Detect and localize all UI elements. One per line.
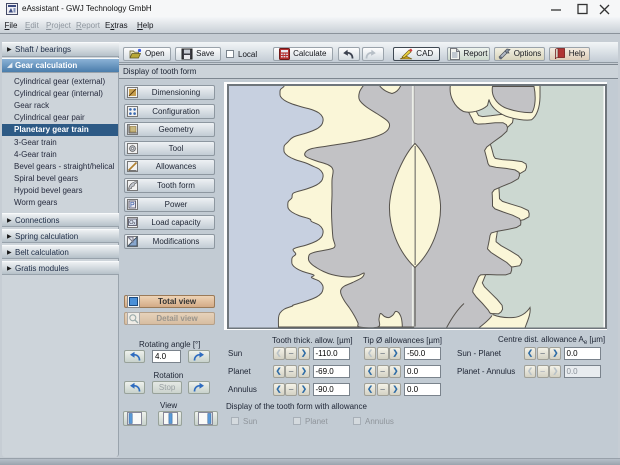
svg-text:P: P [130, 202, 135, 209]
svg-text:Oₓ: Oₓ [129, 220, 135, 226]
